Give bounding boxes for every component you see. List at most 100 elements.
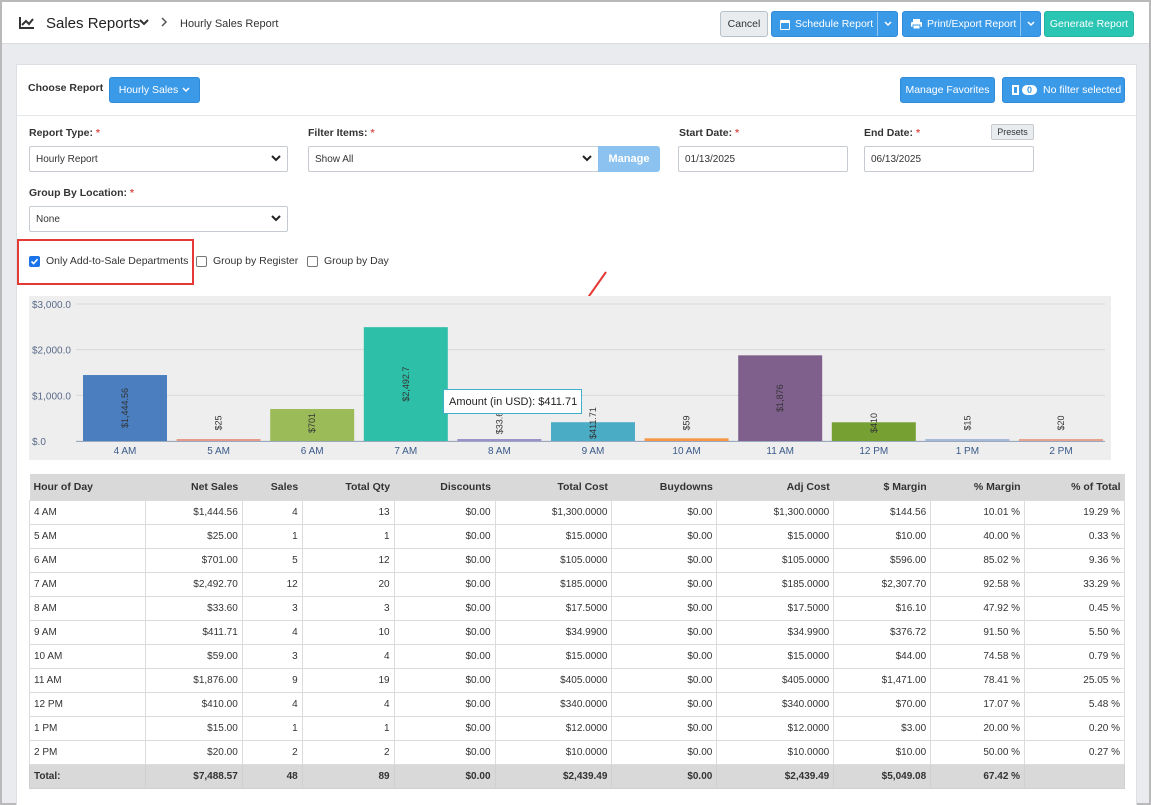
table-cell: 5 AM (29, 523, 146, 549)
table-cell: $0.00 (611, 739, 718, 765)
table-cell: $411.71 (144, 619, 243, 645)
bar-data-label: $411.71 (588, 407, 598, 439)
column-header[interactable]: Buydowns (611, 474, 717, 500)
table-cell: 40.00 % (930, 523, 1026, 549)
table-cell: $0.00 (393, 619, 496, 645)
table-cell: 1 (301, 715, 395, 741)
column-header[interactable]: $ Margin (833, 474, 931, 500)
table-cell: $33.60 (144, 595, 243, 621)
table-cell: 74.58 % (930, 643, 1026, 669)
bar-data-label: $2,492.7 (401, 367, 411, 402)
table-cell: $17.5000 (716, 595, 835, 621)
column-header[interactable]: % Margin (930, 474, 1025, 500)
table-cell: $0.00 (393, 571, 496, 597)
table-cell: $17.5000 (494, 595, 613, 621)
table-cell: 47.92 % (930, 595, 1026, 621)
table-cell: 1 PM (29, 715, 146, 741)
table-cell: $25.00 (144, 523, 243, 549)
table-cell: $0.00 (393, 499, 496, 525)
table-cell: $15.00 (144, 715, 243, 741)
table-row: 6 AM $701.00 5 12 $0.00 $105.0000 $0.00 $105.00… (29, 547, 1125, 573)
table-cell: $0.00 (611, 643, 718, 669)
table-cell: 3 (241, 643, 303, 669)
table-cell: 12 (241, 571, 303, 597)
table-cell: $340.0000 (494, 691, 613, 717)
table-cell: 2 PM (29, 739, 146, 765)
column-header[interactable]: % of Total (1024, 474, 1125, 500)
table-cell: 78.41 % (930, 667, 1026, 693)
x-tick-label: 5 AM (207, 446, 230, 457)
table-cell: $0.00 (393, 715, 496, 741)
table-cell: 10 AM (29, 643, 146, 669)
table-cell: 20 (301, 571, 395, 597)
table-cell: 3 (301, 595, 395, 621)
x-tick-label: 9 AM (582, 446, 605, 457)
column-header[interactable]: Sales (242, 474, 303, 500)
table-row: 1 PM $15.00 1 1 $0.00 $12.0000 $0.00 $12.0000 $3… (29, 715, 1125, 741)
bar-data-label: $15 (962, 415, 972, 430)
column-header[interactable]: Adj Cost (716, 474, 834, 500)
y-tick-label: $.0 (32, 437, 46, 448)
table-cell: $0.00 (393, 739, 496, 765)
table-cell: $0.00 (393, 523, 496, 549)
table-cell: 2 (241, 739, 303, 765)
table-cell: $0.00 (611, 667, 718, 693)
table-cell: $34.9900 (716, 619, 835, 645)
total-cell: $5,049.08 (833, 763, 932, 789)
table-cell: $10.0000 (494, 739, 613, 765)
table-cell: $44.00 (833, 643, 932, 669)
table-cell: $0.00 (393, 643, 496, 669)
table-cell: $0.00 (611, 691, 718, 717)
column-header[interactable]: Total Qty (302, 474, 395, 500)
total-cell: $0.00 (393, 763, 496, 789)
column-header[interactable]: Hour of Day (29, 474, 146, 500)
table-cell: $0.00 (393, 691, 496, 717)
column-header[interactable]: Discounts (394, 474, 496, 500)
table-cell: $12.0000 (716, 715, 835, 741)
bar-data-label: $59 (682, 415, 692, 430)
table-cell: 0.33 % (1024, 523, 1125, 549)
table-cell: $0.00 (611, 595, 718, 621)
table-row: 4 AM $1,444.56 4 13 $0.00 $1,300.0000 $0.00 $1,… (29, 499, 1125, 525)
table-cell: $185.0000 (494, 571, 613, 597)
column-header[interactable]: Total Cost (495, 474, 612, 500)
total-cell: 89 (301, 763, 395, 789)
table-cell: 4 (301, 691, 395, 717)
table-row: 12 PM $410.00 4 4 $0.00 $340.0000 $0.00 $340.00… (29, 691, 1125, 717)
table-cell: $15.0000 (494, 523, 613, 549)
total-cell: $0.00 (611, 763, 718, 789)
table-cell: 9.36 % (1024, 547, 1125, 573)
chart-bar (457, 439, 542, 441)
bar-data-label: $20 (1056, 415, 1066, 430)
table-body: 4 AM $1,444.56 4 13 $0.00 $1,300.0000 $0.00 $1,… (29, 499, 1125, 789)
table-cell: 3 (241, 595, 303, 621)
table-cell: 50.00 % (930, 739, 1026, 765)
table-cell: 25.05 % (1024, 667, 1125, 693)
table-cell: 0.79 % (1024, 643, 1125, 669)
table-cell: $405.0000 (494, 667, 613, 693)
table-cell: 7 AM (29, 571, 146, 597)
table-cell: 4 (241, 499, 303, 525)
table-cell: $0.00 (611, 547, 718, 573)
table-cell: $0.00 (611, 619, 718, 645)
table-cell: $0.00 (611, 499, 718, 525)
table-cell: $185.0000 (716, 571, 835, 597)
table-cell: 1 (241, 523, 303, 549)
total-cell: $2,439.49 (716, 763, 835, 789)
table-cell: $1,444.56 (144, 499, 243, 525)
table-cell: 19.29 % (1024, 499, 1125, 525)
table-cell: $1,876.00 (144, 667, 243, 693)
table-cell: $16.10 (833, 595, 932, 621)
table-row: 2 PM $20.00 2 2 $0.00 $10.0000 $0.00 $10.0000 $1… (29, 739, 1125, 765)
table-cell: 33.29 % (1024, 571, 1125, 597)
table-cell: 5.50 % (1024, 619, 1125, 645)
y-tick-label: $1,000.0 (32, 391, 71, 402)
y-tick-label: $2,000.0 (32, 346, 71, 357)
table-cell: $701.00 (144, 547, 243, 573)
table-cell: 6 AM (29, 547, 146, 573)
table-row: 7 AM $2,492.70 12 20 $0.00 $185.0000 $0.00 $185… (29, 571, 1125, 597)
column-header[interactable]: Net Sales (145, 474, 243, 500)
table-cell: 10.01 % (930, 499, 1026, 525)
table-cell: $1,471.00 (833, 667, 932, 693)
x-tick-label: 8 AM (488, 446, 511, 457)
